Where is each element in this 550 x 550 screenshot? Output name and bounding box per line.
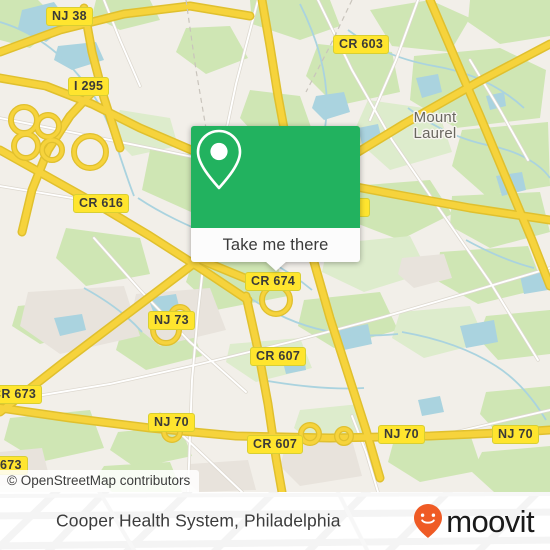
road-shield-cr-674: CR 674	[245, 272, 302, 291]
road-shield-nj-73: NJ 73	[148, 311, 195, 330]
moovit-map-screen: .w{fill:#aad3df} .wl{stroke:#aad3df;fill…	[0, 0, 550, 550]
take-me-there-button[interactable]: Take me there	[191, 228, 360, 271]
road-shield-nj-70-mid: NJ 70	[378, 425, 425, 444]
road-shield-cr-673: CR 673	[0, 385, 43, 404]
map-canvas[interactable]: .w{fill:#aad3df} .wl{stroke:#aad3df;fill…	[0, 0, 550, 492]
location-pin-icon	[196, 129, 242, 190]
road-shield-cr-607-upper: CR 607	[250, 347, 307, 366]
footer-title: Cooper Health System, Philadelphia	[56, 510, 341, 531]
road-shield-cr-603: CR 603	[333, 35, 390, 54]
osm-attribution[interactable]: © OpenStreetMap contributors	[0, 470, 200, 492]
road-shield-nj-38: NJ 38	[46, 7, 93, 26]
road-shield-nj-70-left: NJ 70	[148, 413, 195, 432]
card-icon-area	[191, 126, 360, 228]
location-info-card[interactable]: Take me there	[191, 126, 360, 271]
moovit-pin-icon	[414, 504, 443, 538]
road-shield-nj-70-right: NJ 70	[492, 425, 539, 444]
take-me-there-label: Take me there	[222, 236, 329, 254]
moovit-wordmark: moovit	[446, 503, 534, 539]
road-shield-cr-616: CR 616	[73, 194, 130, 213]
footer-bar: Cooper Health System, Philadelphia moovi…	[0, 492, 550, 550]
moovit-logo[interactable]: moovit	[413, 503, 535, 539]
card-pointer-tail	[264, 261, 287, 271]
road-shield-i-295: I 295	[68, 77, 110, 96]
road-shield-cr-607-lower: CR 607	[247, 435, 304, 454]
